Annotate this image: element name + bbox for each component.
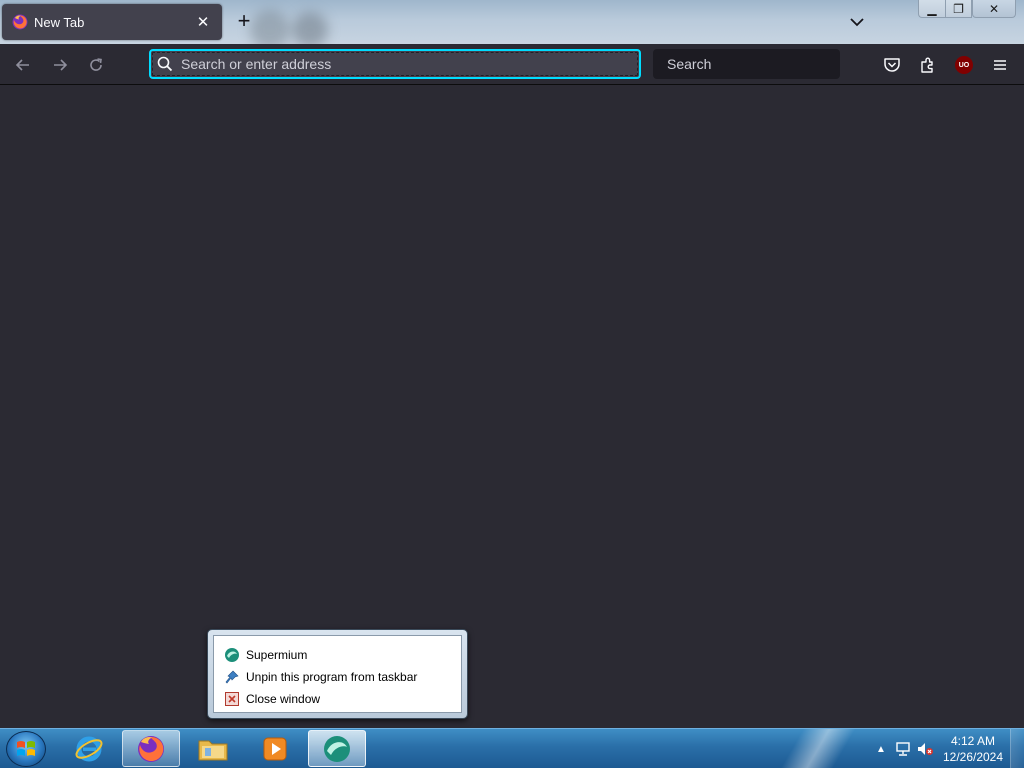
clock-time: 4:12 AM xyxy=(950,734,996,748)
app-menu-button[interactable] xyxy=(988,53,1012,77)
folder-icon xyxy=(198,740,228,760)
forward-button[interactable] xyxy=(48,53,72,77)
clock-date: 12/26/2024 xyxy=(942,750,1004,764)
close-window-button[interactable]: ✕ xyxy=(972,0,1016,18)
jump-list-item-close-window[interactable]: Close window xyxy=(214,688,461,710)
search-bar[interactable] xyxy=(653,49,848,79)
taskbar-sheen xyxy=(770,729,860,768)
address-bar[interactable] xyxy=(149,49,641,79)
unpin-icon xyxy=(224,669,240,685)
volume-muted-icon[interactable] xyxy=(914,738,936,760)
search-icon xyxy=(157,56,173,72)
ublock-icon: UO xyxy=(955,56,973,74)
tab-title: New Tab xyxy=(34,14,85,30)
extensions-button[interactable] xyxy=(916,53,940,77)
jump-list-body: Supermium Unpin this program from taskba… xyxy=(213,635,462,713)
nav-toolbar: UO xyxy=(0,44,1024,85)
taskbar-clock[interactable]: 4:12 AM 12/26/2024 xyxy=(936,733,1010,765)
show-desktop-button[interactable] xyxy=(1010,729,1024,768)
system-tray: ▲ 4:12 AM 12/26/2024 xyxy=(870,729,1024,768)
pocket-button[interactable] xyxy=(880,53,904,77)
taskbar-app-internet-explorer[interactable] xyxy=(60,730,118,767)
pocket-icon xyxy=(884,58,900,72)
tab-new-tab[interactable]: New Tab ✕ xyxy=(2,4,222,40)
back-button[interactable] xyxy=(11,53,35,77)
background-blur xyxy=(292,12,328,44)
arrow-left-icon xyxy=(15,59,29,71)
windows-logo-icon xyxy=(17,741,35,756)
maximize-button[interactable]: ❐ xyxy=(945,0,972,18)
firefox-icon xyxy=(12,14,28,30)
puzzle-icon xyxy=(921,57,933,73)
jump-list-item-unpin[interactable]: Unpin this program from taskbar xyxy=(214,666,461,688)
hamburger-icon xyxy=(994,60,1006,70)
show-hidden-icons-button[interactable]: ▲ xyxy=(870,738,892,760)
firefox-icon xyxy=(138,735,164,762)
taskbar-app-windows-explorer[interactable] xyxy=(184,730,242,767)
network-icon[interactable] xyxy=(892,738,914,760)
close-tab-button[interactable]: ✕ xyxy=(194,13,212,31)
address-input[interactable] xyxy=(181,53,639,75)
minimize-button[interactable]: ▁ xyxy=(918,0,945,18)
title-bar: New Tab ✕ + ▁ ❐ ✕ xyxy=(0,0,1024,44)
taskbar-app-supermium[interactable] xyxy=(308,730,366,767)
jump-list-item-label: Supermium xyxy=(246,648,308,662)
ublock-origin-button[interactable]: UO xyxy=(952,53,976,77)
search-input[interactable] xyxy=(667,53,848,75)
jump-list-item-supermium[interactable]: Supermium xyxy=(214,644,461,666)
supermium-icon xyxy=(224,647,240,663)
new-tab-button[interactable]: + xyxy=(232,10,256,34)
reload-button[interactable] xyxy=(84,53,108,77)
background-blur xyxy=(250,10,290,44)
start-button[interactable] xyxy=(6,731,46,767)
internet-explorer-icon xyxy=(75,736,103,761)
taskbar-jump-list: Supermium Unpin this program from taskba… xyxy=(207,629,468,719)
media-player-icon xyxy=(263,737,287,760)
reload-icon xyxy=(90,58,102,71)
taskbar-app-firefox[interactable] xyxy=(122,730,180,767)
windows-taskbar: ▲ 4:12 AM 12/26/2024 xyxy=(0,728,1024,768)
jump-list-item-label: Close window xyxy=(246,692,321,706)
arrow-right-icon xyxy=(54,59,68,71)
taskbar-app-media-player[interactable] xyxy=(246,730,304,767)
page-content xyxy=(0,86,1024,728)
close-window-icon xyxy=(224,691,240,707)
supermium-icon xyxy=(324,735,350,762)
chevron-down-icon[interactable] xyxy=(846,12,868,32)
jump-list-item-label: Unpin this program from taskbar xyxy=(246,670,418,684)
window-controls: ▁ ❐ ✕ xyxy=(918,0,1016,18)
